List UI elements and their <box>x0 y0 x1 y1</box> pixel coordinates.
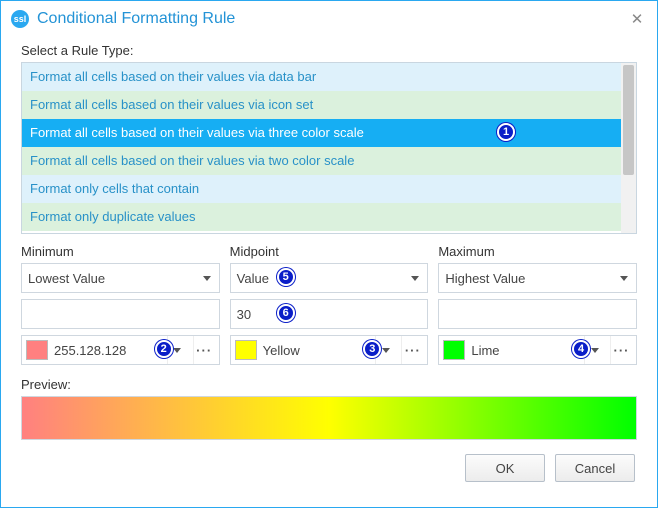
content-area: Select a Rule Type: Format all cells bas… <box>1 35 657 482</box>
maximum-color-more-icon[interactable]: ··· <box>610 336 632 364</box>
cancel-button[interactable]: Cancel <box>555 454 635 482</box>
chevron-down-icon <box>620 276 628 281</box>
dialog-window: ssl Conditional Formatting Rule ✕ Select… <box>0 0 658 508</box>
midpoint-type-value: Value <box>237 271 269 286</box>
callout-1: 1 <box>497 123 515 141</box>
gradient-preview <box>21 396 637 440</box>
callout-5: 5 <box>277 268 295 286</box>
window-title: Conditional Formatting Rule <box>37 10 627 28</box>
column-midpoint: Midpoint Value 5 30 6 Yellow 3 ··· <box>230 244 429 371</box>
column-maximum: Maximum Highest Value Lime 4 ··· <box>438 244 637 371</box>
rule-list: Format all cells based on their values v… <box>21 62 637 234</box>
maximum-color-label: Lime <box>471 343 578 358</box>
midpoint-color-picker[interactable]: Yellow 3 ··· <box>230 335 429 365</box>
minimum-label: Minimum <box>21 244 220 259</box>
minimum-color-label: 255.128.128 <box>54 343 161 358</box>
chevron-down-icon <box>203 276 211 281</box>
midpoint-value-input[interactable]: 30 6 <box>230 299 429 329</box>
midpoint-label: Midpoint <box>230 244 429 259</box>
maximum-value-input[interactable] <box>438 299 637 329</box>
rule-item-label: Format all cells based on their values v… <box>30 125 364 140</box>
callout-6: 6 <box>277 304 295 322</box>
minimum-type-value: Lowest Value <box>28 271 105 286</box>
rule-item-duplicate[interactable]: Format only duplicate values <box>22 203 621 231</box>
rule-list-items: Format all cells based on their values v… <box>22 63 621 233</box>
rule-item-three-color[interactable]: Format all cells based on their values v… <box>22 119 621 147</box>
minimum-color-picker[interactable]: 255.128.128 2 ··· <box>21 335 220 365</box>
minimum-color-more-icon[interactable]: ··· <box>193 336 215 364</box>
maximum-label: Maximum <box>438 244 637 259</box>
rule-type-label: Select a Rule Type: <box>21 43 637 58</box>
minimum-color-dropdown[interactable] <box>167 336 187 364</box>
ok-button[interactable]: OK <box>465 454 545 482</box>
rule-item-icon-set[interactable]: Format all cells based on their values v… <box>22 91 621 119</box>
scale-columns: Minimum Lowest Value 255.128.128 2 ··· <box>21 244 637 371</box>
rule-item-two-color[interactable]: Format all cells based on their values v… <box>22 147 621 175</box>
preview-label: Preview: <box>21 377 637 392</box>
midpoint-type-select[interactable]: Value 5 <box>230 263 429 293</box>
maximum-type-value: Highest Value <box>445 271 525 286</box>
close-icon[interactable]: ✕ <box>627 10 647 28</box>
minimum-color-swatch <box>26 340 48 360</box>
rule-list-scrollbar[interactable] <box>621 63 636 233</box>
maximum-color-picker[interactable]: Lime 4 ··· <box>438 335 637 365</box>
minimum-value-input[interactable] <box>21 299 220 329</box>
midpoint-value-text: 30 <box>237 307 251 322</box>
titlebar: ssl Conditional Formatting Rule ✕ <box>1 1 657 35</box>
maximum-color-swatch <box>443 340 465 360</box>
midpoint-color-swatch <box>235 340 257 360</box>
maximum-type-select[interactable]: Highest Value <box>438 263 637 293</box>
midpoint-color-more-icon[interactable]: ··· <box>401 336 423 364</box>
chevron-down-icon <box>411 276 419 281</box>
dialog-buttons: OK Cancel <box>21 454 637 482</box>
midpoint-color-dropdown[interactable] <box>375 336 395 364</box>
midpoint-color-label: Yellow <box>263 343 370 358</box>
maximum-color-dropdown[interactable] <box>584 336 604 364</box>
column-minimum: Minimum Lowest Value 255.128.128 2 ··· <box>21 244 220 371</box>
minimum-type-select[interactable]: Lowest Value <box>21 263 220 293</box>
rule-item-contain[interactable]: Format only cells that contain <box>22 175 621 203</box>
scrollbar-thumb[interactable] <box>623 65 634 175</box>
rule-item-data-bar[interactable]: Format all cells based on their values v… <box>22 63 621 91</box>
app-icon: ssl <box>11 10 29 28</box>
